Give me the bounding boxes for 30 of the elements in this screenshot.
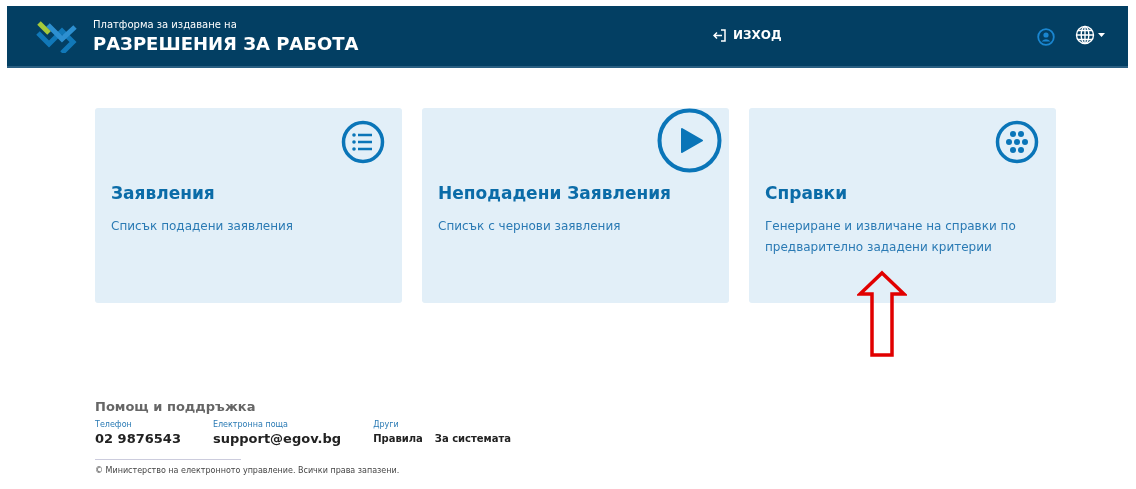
card[interactable]: Неподадени Заявления Списък с чернови заявления [422, 108, 729, 303]
card-description: Списък подадени заявления [111, 218, 295, 235]
card[interactable]: Заявления Списък подадени заявления [95, 108, 402, 303]
user-icon[interactable] [1037, 28, 1055, 46]
dots-icon [995, 120, 1039, 164]
play-icon [657, 108, 722, 173]
card[interactable]: Справки Генериране и извличане на справки по предварително зададени критерии [749, 108, 1056, 303]
logo-icon [35, 19, 79, 53]
globe-icon [1075, 25, 1095, 45]
contact-label: Електронна поща [212, 420, 289, 429]
logout-icon [713, 28, 727, 42]
contact-label: Телефон [95, 420, 133, 429]
logout-button[interactable]: ИЗХОД [707, 27, 788, 43]
card-title: Заявления [111, 183, 216, 203]
contact-value: support@egov.bg [212, 431, 342, 446]
contact-label: Други [373, 420, 400, 429]
caret-icon [1098, 33, 1105, 37]
platform-subtitle: Платформа за издаване на [93, 18, 238, 30]
language-menu[interactable] [1075, 25, 1105, 45]
help-heading: Помощ и поддръжка [95, 399, 257, 414]
footer-link[interactable]: За системата [434, 433, 512, 444]
contact-value: 02 9876543 [95, 431, 181, 446]
card-title: Справки [765, 183, 849, 203]
platform-title: РАЗРЕШЕНИЯ ЗА РАБОТА [93, 32, 359, 54]
card-description: Списък с чернови заявления [438, 218, 622, 235]
list-icon [341, 120, 385, 164]
footer-link[interactable]: Правила [373, 433, 423, 444]
copyright-text: © Министерство на електронното управление. Всички права запазени. [95, 466, 401, 475]
card-title: Неподадени Заявления [438, 183, 672, 203]
card-description: Генериране и извличане на справки по предварително зададени критерии [765, 218, 1017, 256]
